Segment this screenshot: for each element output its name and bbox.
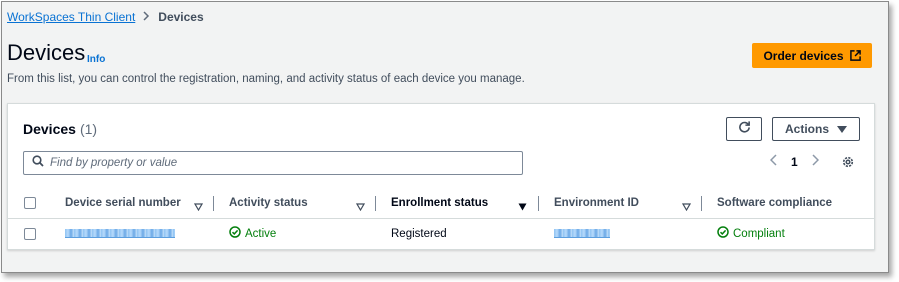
activity-status-cell: Active [229,219,276,248]
info-link[interactable]: Info [87,54,105,65]
redacted-environment-id[interactable] [554,229,610,238]
select-all-checkbox[interactable] [24,197,36,209]
environment-id-link[interactable] [554,219,610,248]
column-divider[interactable] [213,196,214,211]
chevron-left-icon[interactable] [769,154,777,169]
column-divider[interactable] [375,196,376,211]
column-header-activity-status[interactable]: Activity status [229,188,308,218]
app-window: WorkSpaces Thin Client Devices Devices I… [1,1,889,273]
chevron-right-icon[interactable] [812,154,819,169]
actions-label: Actions [784,122,829,136]
table-title-text: Devices [23,121,76,137]
table-row[interactable]: Active Registered Compliant [8,219,874,248]
column-header-environment-id[interactable]: Environment ID [554,188,639,218]
page-description: From this list, you can control the regi… [7,73,525,85]
sort-icon[interactable] [681,198,692,216]
breadcrumb-link-workspaces-thin-client[interactable]: WorkSpaces Thin Client [7,10,135,24]
pagination: 1 [769,154,819,169]
row-checkbox[interactable] [24,228,36,240]
sort-icon[interactable] [193,198,204,216]
breadcrumb: WorkSpaces Thin Client Devices [7,10,204,24]
redacted-serial-number[interactable] [65,229,175,238]
devices-table-container: Devices(1) Actions 1 [7,103,875,250]
page-number[interactable]: 1 [791,155,798,169]
page-title: Devices [7,40,86,65]
caret-down-icon [837,122,847,136]
table-count: (1) [79,121,98,137]
sort-desc-icon[interactable] [518,198,527,216]
table-title: Devices (1) [23,121,97,137]
check-circle-icon [229,226,241,241]
settings-icon[interactable] [841,155,855,174]
column-header-device-serial-number[interactable]: Device serial number [65,188,181,218]
order-devices-label: Order devices [763,48,844,63]
refresh-icon [738,120,751,138]
table-header: Device serial number Activity status Enr… [8,188,874,219]
sort-icon[interactable] [355,198,366,216]
chevron-right-icon [143,10,150,24]
column-divider[interactable] [538,196,539,211]
check-circle-icon [717,226,729,241]
actions-dropdown-button[interactable]: Actions [772,117,860,141]
column-divider[interactable] [701,196,702,211]
search-input[interactable] [50,157,510,169]
refresh-button[interactable] [726,117,762,141]
compliance-status-cell: Compliant [717,219,785,248]
column-header-enrollment-status[interactable]: Enrollment status [391,188,488,218]
external-link-icon [849,50,861,61]
device-serial-link[interactable] [65,219,175,248]
column-header-software-compliance: Software compliance [717,197,833,209]
order-devices-button[interactable]: Order devices [752,43,872,68]
enrollment-status-cell: Registered [391,227,447,240]
activity-status-text: Active [245,227,277,240]
search-icon [32,154,44,172]
compliance-status-text: Compliant [733,227,785,240]
breadcrumb-current: Devices [158,10,204,24]
search-field[interactable] [23,151,523,175]
